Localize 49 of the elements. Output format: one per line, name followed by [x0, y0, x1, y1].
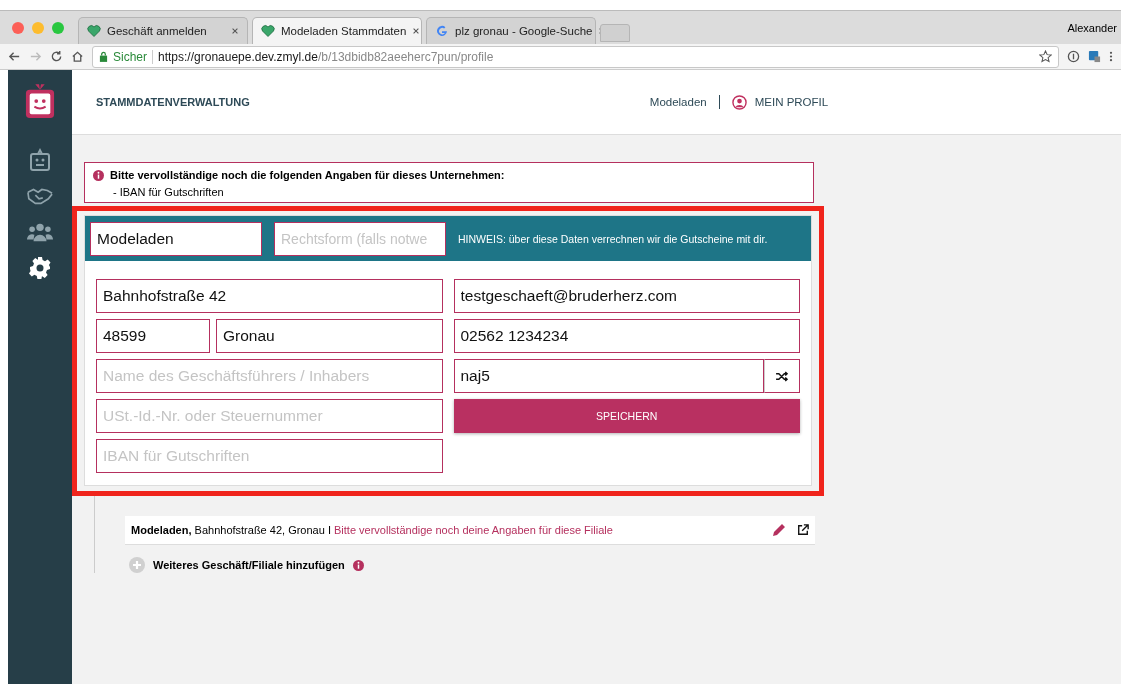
hint-text: HINWEIS: über diese Daten verrechnen wir die Gutscheine mit dir. — [458, 232, 768, 245]
address-bar[interactable]: Sicher https://gronauepe.dev.zmyl.de/b/13dbidb82aeeherc7pun/profile — [92, 45, 1059, 68]
more-menu-icon[interactable] — [1109, 50, 1113, 63]
settings-icon[interactable] — [27, 256, 53, 280]
branch-text: Modeladen, Bahnhofstraße 42, Gronau I Bitte vervollständige noch deine Angaben für diese Filiale — [131, 524, 614, 536]
bookmark-star-icon[interactable] — [1039, 50, 1052, 63]
close-tab-icon[interactable] — [412, 27, 421, 35]
profile-link[interactable]: MEIN PROFIL — [754, 96, 829, 108]
shuffle-icon — [775, 370, 789, 382]
street-field[interactable]: Bahnhofstraße 42 — [96, 279, 443, 313]
browser-tab[interactable]: Modeladen Stammdaten — [252, 17, 422, 44]
info-icon — [93, 169, 104, 181]
robot-icon[interactable] — [27, 148, 53, 172]
secure-label: Sicher — [113, 49, 147, 64]
back-arrow-icon[interactable] — [8, 50, 21, 63]
tax-id-field[interactable]: USt.-Id.-Nr. oder Steuernummer — [96, 399, 443, 433]
user-circle-icon — [731, 94, 747, 110]
extension-icon[interactable] — [1088, 50, 1101, 63]
alert-item: - IBAN für Gutschriften — [113, 186, 225, 198]
url-text: https://gronauepe.dev.zmyl.de/b/13dbidb82aeeherc7pun/profile — [158, 49, 494, 64]
pencil-icon[interactable] — [771, 522, 787, 538]
heart-icon — [87, 24, 101, 38]
add-branch-link[interactable]: Weiteres Geschäft/Filiale hinzufügen — [153, 559, 345, 571]
browser-tab[interactable]: Geschäft anmelden — [78, 17, 248, 44]
alert-title: Bitte vervollständige noch die folgenden Angaben für dieses Unternehmen: — [110, 169, 505, 181]
info-circle-icon[interactable] — [1067, 50, 1080, 63]
code-field[interactable]: naj5 — [453, 359, 764, 393]
g-letter-icon — [435, 24, 449, 38]
profile-name[interactable]: Alexander — [1067, 21, 1117, 34]
city-field[interactable]: Gronau — [216, 319, 443, 353]
email-field[interactable]: testgeschaeft@bruderherz.com — [453, 279, 800, 313]
info-icon — [352, 559, 364, 571]
lock-icon — [99, 51, 108, 62]
company-name-field[interactable]: Modeladen — [90, 221, 262, 256]
home-icon[interactable] — [71, 50, 84, 63]
iban-field[interactable]: IBAN für Gutschriften — [96, 439, 443, 473]
legal-form-field[interactable]: Rechtsform (falls notwe — [274, 221, 446, 256]
manager-name-field[interactable]: Name des Geschäftsführers / Inhabers — [96, 359, 443, 393]
gift-robot-logo[interactable] — [25, 82, 55, 120]
close-tab-icon[interactable] — [231, 27, 239, 35]
nav-link[interactable]: Modeladen — [649, 96, 707, 108]
reload-icon[interactable] — [50, 50, 63, 63]
postal-code-field[interactable]: 48599 — [96, 319, 210, 353]
shuffle-button[interactable] — [764, 359, 800, 393]
heart-icon — [261, 24, 275, 38]
phone-field[interactable]: 02562 1234234 — [453, 319, 800, 353]
page-title: STAMMDATENVERWALTUNG — [96, 96, 250, 108]
save-button[interactable]: SPEICHERN — [453, 399, 800, 433]
external-link-icon[interactable] — [797, 524, 809, 536]
